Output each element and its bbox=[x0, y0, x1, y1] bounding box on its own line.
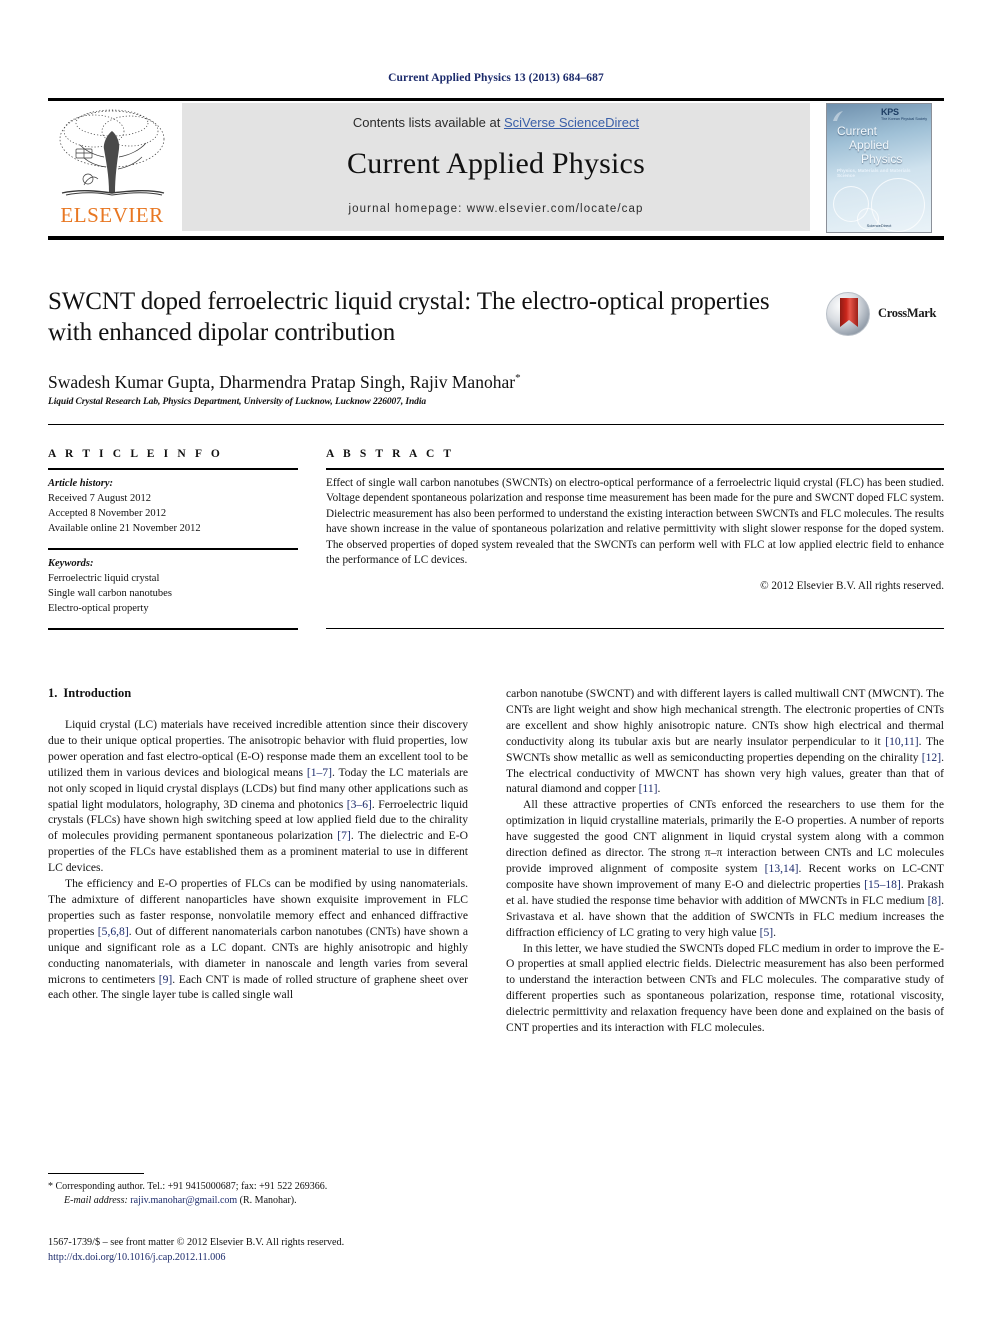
citation-ref[interactable]: [9] bbox=[159, 973, 173, 986]
article-info-rule bbox=[48, 468, 298, 470]
article-info-section: A R T I C L E I N F O Article history: R… bbox=[48, 448, 298, 616]
masthead-band: Contents lists available at SciVerse Sci… bbox=[182, 103, 810, 231]
citation-ref[interactable]: [5,6,8] bbox=[98, 925, 129, 938]
abstract-bottom-rule bbox=[326, 628, 944, 629]
journal-title: Current Applied Physics bbox=[347, 147, 645, 180]
title-block: SWCNT doped ferroelectric liquid crystal… bbox=[48, 286, 818, 348]
email-owner: (R. Manohar). bbox=[239, 1195, 297, 1206]
citation-ref[interactable]: [7] bbox=[337, 829, 351, 842]
email-link[interactable]: rajiv.manohar@gmail.com bbox=[130, 1195, 237, 1206]
sciencedirect-link[interactable]: SciVerse ScienceDirect bbox=[504, 115, 639, 130]
email-label: E-mail address: bbox=[64, 1195, 128, 1206]
cover-title-line3: Physics bbox=[861, 152, 903, 166]
article-page: Current Applied Physics 13 (2013) 684–68… bbox=[0, 0, 992, 1323]
doi-link[interactable]: http://dx.doi.org/10.1016/j.cap.2012.11.… bbox=[48, 1252, 225, 1263]
abstract-copyright: © 2012 Elsevier B.V. All rights reserved… bbox=[760, 580, 944, 593]
contents-prefix: Contents lists available at bbox=[352, 115, 504, 130]
cover-title-line2: Applied bbox=[849, 138, 890, 152]
crossmark-icon bbox=[826, 292, 870, 336]
journal-homepage[interactable]: journal homepage: www.elsevier.com/locat… bbox=[182, 203, 810, 215]
keyword-item: Single wall carbon nanotubes bbox=[48, 588, 172, 599]
citation-ref[interactable]: [5] bbox=[760, 926, 774, 939]
affiliation: Liquid Crystal Research Lab, Physics Dep… bbox=[48, 397, 427, 407]
citation-ref[interactable]: [8] bbox=[928, 894, 942, 907]
journal-masthead: ELSEVIER Contents lists available at Sci… bbox=[48, 98, 944, 240]
info-top-rule bbox=[48, 424, 944, 425]
cover-journal-title: Current Applied Physics bbox=[837, 124, 929, 166]
elsevier-wordmark: ELSEVIER bbox=[60, 203, 164, 227]
article-info-bottom-rule bbox=[48, 628, 298, 630]
crossmark-label: CrossMark bbox=[878, 306, 937, 320]
contents-list-line: Contents lists available at SciVerse Sci… bbox=[182, 115, 810, 130]
cover-elsevier-icon bbox=[833, 111, 843, 121]
section-heading-introduction: 1. Introduction bbox=[48, 686, 468, 701]
elsevier-logo: ELSEVIER bbox=[48, 103, 176, 231]
article-history-accepted: Accepted 8 November 2012 bbox=[48, 508, 167, 519]
keywords-rule bbox=[48, 548, 298, 550]
cover-society-mark: KPS The Korean Physical Society bbox=[881, 107, 927, 121]
citation-ref[interactable]: [10,11] bbox=[885, 735, 918, 748]
cover-footer: ScienceDirect bbox=[866, 223, 892, 228]
author-list: Swadesh Kumar Gupta, Dharmendra Pratap S… bbox=[48, 372, 908, 393]
citation-ref[interactable]: [1–7] bbox=[307, 766, 332, 779]
crossmark-badge[interactable]: CrossMark bbox=[826, 292, 944, 338]
email-note: E-mail address: rajiv.manohar@gmail.com … bbox=[48, 1194, 468, 1208]
footnote-rule bbox=[48, 1173, 144, 1174]
abstract-section: A B S T R A C T Effect of single wall ca… bbox=[326, 448, 944, 592]
article-history-received: Received 7 August 2012 bbox=[48, 493, 151, 504]
citation-ref[interactable]: [13,14] bbox=[765, 862, 799, 875]
crossmark-ribbon-icon bbox=[840, 298, 858, 327]
footnote-block: * Corresponding author. Tel.: +91 941500… bbox=[48, 1180, 468, 1208]
cover-title-line1: Current bbox=[837, 124, 878, 138]
paragraph: The efficiency and E-O properties of FLC… bbox=[48, 877, 469, 1002]
paragraph: All these attractive properties of CNTs … bbox=[506, 798, 944, 939]
citation-ref[interactable]: [11] bbox=[639, 782, 658, 795]
abstract-heading: A B S T R A C T bbox=[326, 448, 455, 460]
page-title: SWCNT doped ferroelectric liquid crystal… bbox=[48, 288, 770, 346]
citation-ref[interactable]: [12] bbox=[922, 751, 941, 764]
author-names: Swadesh Kumar Gupta, Dharmendra Pratap S… bbox=[48, 372, 516, 392]
paragraph: In this letter, we have studied the SWCN… bbox=[506, 941, 944, 1035]
article-history-label: Article history: bbox=[48, 478, 114, 489]
paragraph: carbon nanotube (SWCNT) and with differe… bbox=[506, 687, 944, 796]
corresponding-author-note: * Corresponding author. Tel.: +91 941500… bbox=[48, 1181, 328, 1192]
journal-cover-thumbnail: KPS The Korean Physical Society Current … bbox=[826, 103, 932, 233]
body-column-left: 1. Introduction Liquid crystal (LC) mater… bbox=[48, 686, 468, 1003]
abstract-rule bbox=[326, 468, 944, 470]
corresponding-author-marker: * bbox=[515, 372, 521, 385]
keyword-item: Electro-optical property bbox=[48, 603, 149, 614]
citation-ref[interactable]: [15–18] bbox=[864, 878, 901, 891]
section-title: Introduction bbox=[63, 686, 132, 700]
keyword-item: Ferroelectric liquid crystal bbox=[48, 573, 160, 584]
abstract-text: Effect of single wall carbon nanotubes (… bbox=[326, 477, 944, 567]
imprint-block: 1567-1739/$ – see front matter © 2012 El… bbox=[48, 1236, 508, 1265]
citation-ref[interactable]: [3–6] bbox=[347, 798, 372, 811]
keywords-label: Keywords: bbox=[48, 558, 94, 569]
elsevier-tree-icon bbox=[59, 109, 165, 196]
issn-copyright-line: 1567-1739/$ – see front matter © 2012 El… bbox=[48, 1237, 345, 1248]
article-info-heading: A R T I C L E I N F O bbox=[48, 448, 223, 460]
cover-subtitle: Physics, Materials and Materials Science bbox=[837, 168, 911, 178]
body-column-right: carbon nanotube (SWCNT) and with differe… bbox=[506, 686, 944, 1036]
section-number: 1. bbox=[48, 686, 58, 700]
paragraph: Liquid crystal (LC) materials have recei… bbox=[48, 718, 468, 875]
running-head: Current Applied Physics 13 (2013) 684–68… bbox=[388, 72, 604, 84]
article-history-online: Available online 21 November 2012 bbox=[48, 523, 201, 534]
